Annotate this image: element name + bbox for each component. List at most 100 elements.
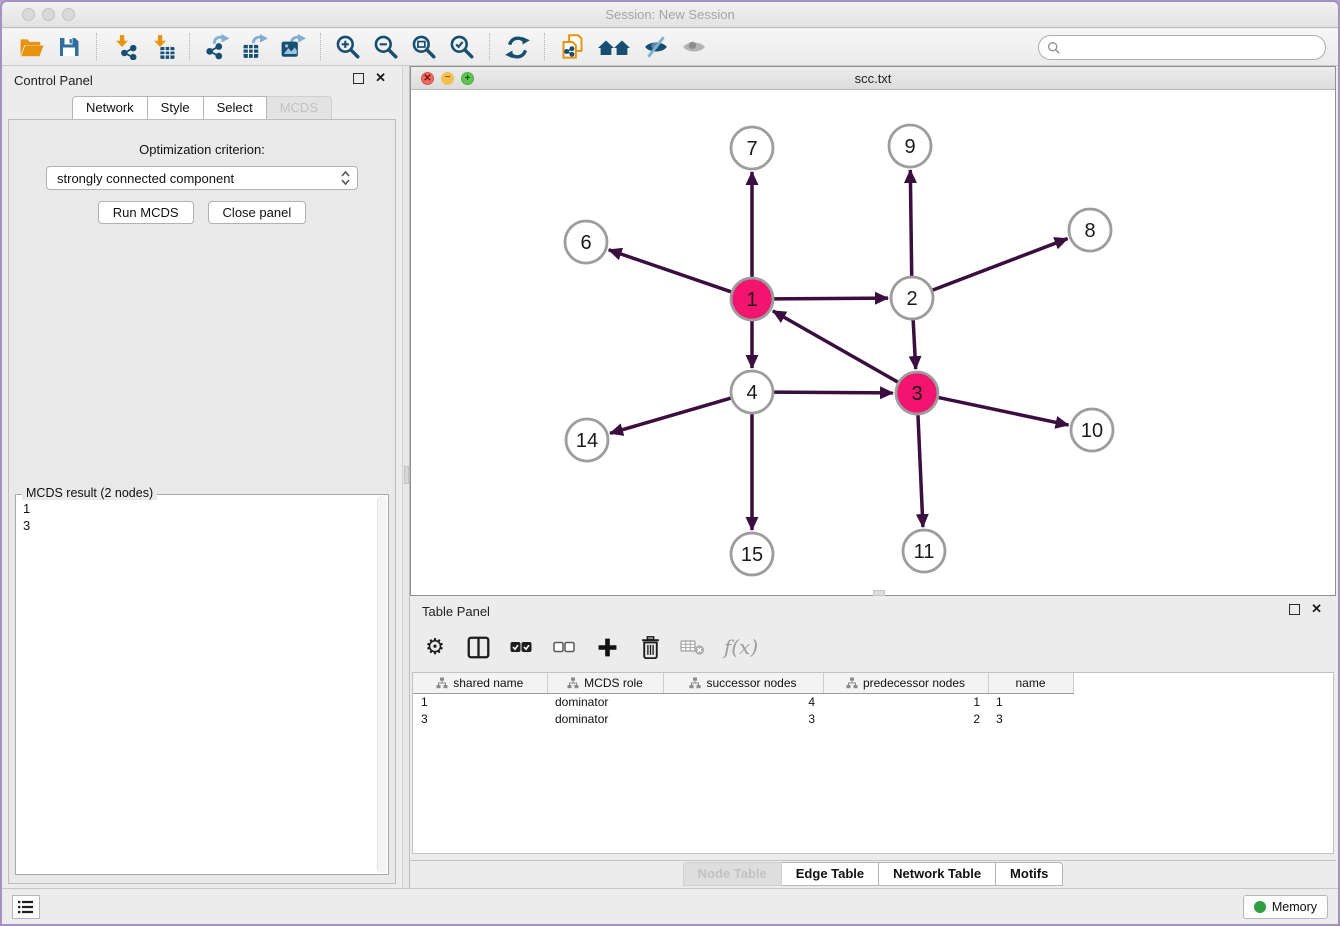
clone-network-button[interactable] [556,32,588,62]
network-window-titlebar[interactable]: ✕ − + scc.txt [411,67,1335,90]
zoom-fit-button[interactable] [408,32,440,62]
node-label-6: 6 [580,232,591,254]
table-cell[interactable]: 3 [988,710,1073,727]
refresh-button[interactable] [501,32,533,62]
table-panel: Table Panel ✕ ⚙ [410,598,1336,886]
edge-4-14[interactable] [610,398,732,433]
import-network-button[interactable] [108,32,140,62]
close-panel-button[interactable]: Close panel [208,201,307,224]
criterion-select[interactable]: strongly connected component [46,166,358,190]
zoom-selected-button[interactable] [446,32,478,62]
splitter-handle[interactable] [404,466,409,484]
function-builder-button-disabled: f(x) [719,630,763,664]
mcds-result-text[interactable]: 1 3 [19,498,376,871]
open-session-button[interactable] [15,32,47,62]
tab-network-table[interactable]: Network Table [879,862,996,886]
table-cell[interactable]: dominator [547,710,663,727]
table-header-row: shared name MCDS role successor nodes pr… [413,673,1073,693]
show-details-button[interactable] [678,32,710,62]
plus-icon [597,637,618,658]
table-cell[interactable]: 2 [823,710,988,727]
edge-1-6[interactable] [609,250,732,292]
edge-3-10[interactable] [938,397,1069,425]
column-header-shared-name[interactable]: shared name [413,673,547,693]
toolbar-separator [544,33,545,61]
float-panel-icon[interactable] [353,73,364,84]
run-mcds-button[interactable]: Run MCDS [98,201,194,224]
export-network-button[interactable] [201,32,233,62]
edge-1-2[interactable] [773,298,888,299]
task-history-button[interactable] [12,895,40,919]
table-row[interactable]: 3dominator323 [413,710,1073,727]
table-close-panel-icon[interactable]: ✕ [1311,601,1322,617]
close-panel-icon[interactable]: ✕ [375,70,386,86]
table-settings-button[interactable]: ⚙ [418,630,452,664]
tab-mcds[interactable]: MCDS [267,96,332,120]
tab-select[interactable]: Select [204,96,267,120]
column-header-successor-nodes[interactable]: successor nodes [663,673,823,693]
table-cell[interactable]: dominator [547,693,663,710]
memory-button[interactable]: Memory [1243,895,1328,919]
column-header-name[interactable]: name [988,673,1073,693]
edge-4-3[interactable] [773,392,893,393]
zoom-selected-icon [449,34,475,60]
refresh-icon [504,34,531,61]
edge-2-8[interactable] [932,239,1068,291]
edge-2-9[interactable] [910,170,911,277]
tab-style[interactable]: Style [148,96,204,120]
result-scrollbar[interactable] [377,496,387,873]
toolbar-separator [189,33,190,61]
tab-network[interactable]: Network [72,96,148,120]
column-header-predecessor-nodes[interactable]: predecessor nodes [823,673,988,693]
column-header-mcds-role[interactable]: MCDS role [547,673,663,693]
create-column-button[interactable] [590,630,624,664]
table-cell[interactable]: 1 [988,693,1073,710]
delete-column-button[interactable] [633,630,667,664]
table-float-panel-icon[interactable] [1289,604,1300,615]
mcds-result-box: MCDS result (2 nodes) 1 3 [15,494,389,875]
zoom-out-button[interactable] [370,32,402,62]
table-cell[interactable]: 4 [663,693,823,710]
deselect-all-columns-button[interactable] [547,630,581,664]
search-input[interactable] [1061,37,1325,58]
delete-table-icon [680,638,706,656]
export-table-button[interactable] [239,32,271,62]
import-table-icon [149,34,175,60]
panel-splitter[interactable] [402,66,410,888]
zoom-in-button[interactable] [332,32,364,62]
show-columns-button[interactable] [461,630,495,664]
zoom-in-icon [335,34,361,60]
network-window-title: scc.txt [411,71,1335,86]
tab-edge-table[interactable]: Edge Table [782,862,879,886]
houses-icon [596,35,632,59]
table-cell[interactable]: 3 [413,710,547,727]
node-label-1: 1 [746,289,757,311]
network-resize-handle[interactable] [873,590,885,596]
zoom-out-icon [373,34,399,60]
list-icon [17,899,35,915]
select-all-columns-button[interactable] [504,630,538,664]
network-canvas[interactable]: 7968124314101511 [411,90,1335,595]
table-cell[interactable]: 1 [823,693,988,710]
criterion-selected-value: strongly connected component [57,171,340,186]
edge-3-11[interactable] [918,414,923,527]
export-image-button[interactable] [277,32,309,62]
node-table: shared name MCDS role successor nodes pr… [412,672,1334,854]
tab-node-table[interactable]: Node Table [683,862,782,886]
hide-details-button[interactable] [640,32,672,62]
table-row[interactable]: 1dominator411 [413,693,1073,710]
table-cell[interactable]: 3 [663,710,823,727]
houses-button[interactable] [594,32,634,62]
edge-2-3[interactable] [913,319,916,369]
memory-label: Memory [1272,900,1317,914]
status-bar: Memory [2,888,1338,924]
edge-3-1[interactable] [773,311,899,383]
save-session-button[interactable] [53,32,85,62]
table-cell[interactable]: 1 [413,693,547,710]
tab-motifs[interactable]: Motifs [996,862,1063,886]
node-label-4: 4 [746,382,757,404]
node-label-9: 9 [904,136,915,158]
search-field[interactable] [1038,35,1326,60]
import-table-button[interactable] [146,32,178,62]
network-graph[interactable]: 7968124314101511 [411,90,1339,595]
